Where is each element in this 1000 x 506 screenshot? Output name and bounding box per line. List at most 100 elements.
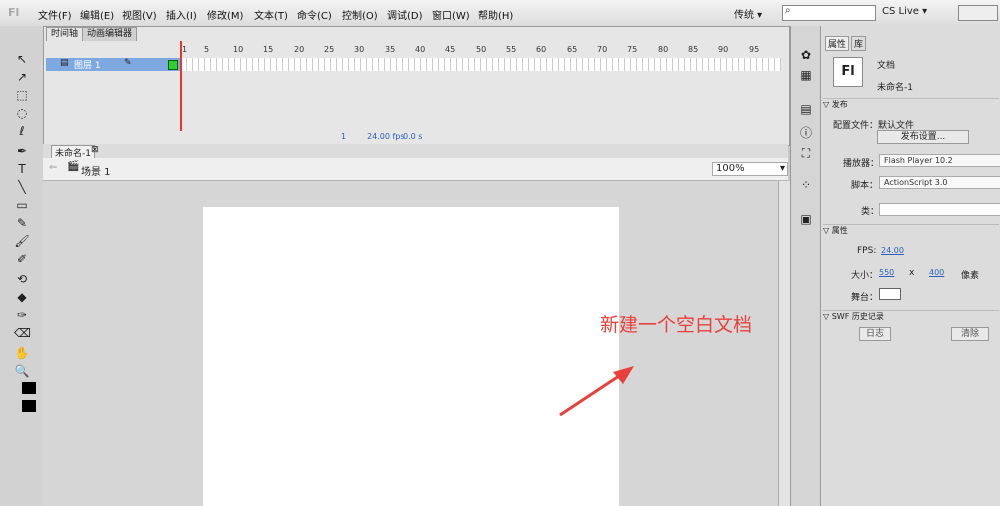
transform-panel-icon[interactable]: ⛶ (798, 146, 814, 162)
playhead[interactable] (180, 41, 182, 131)
scene-label[interactable]: 场景 1 (81, 163, 111, 178)
ruler-tick: 70 (597, 45, 608, 54)
subselection-tool-icon[interactable]: ↗ (14, 70, 30, 84)
brush-tool-icon[interactable]: 🖌 (14, 234, 30, 248)
clear-button[interactable]: 清除 (951, 327, 989, 341)
layer-row[interactable]: ▤ 图层 1 ✎ (46, 58, 181, 71)
layer-name: 图层 1 (74, 61, 101, 71)
annotation-text: 新建一个空白文档 (600, 314, 753, 336)
hand-tool-icon[interactable]: ✋ (14, 346, 30, 360)
publish-settings-button[interactable]: 发布设置... (877, 130, 969, 144)
menu-control[interactable]: 控制(O) (342, 7, 378, 22)
document-fl-icon: Fl (833, 57, 863, 87)
eraser-tool-icon[interactable]: ⌫ (14, 326, 31, 340)
section-publish[interactable]: ▽ 发布 (823, 98, 999, 111)
cs-live-button[interactable]: CS Live ▾ (882, 6, 927, 17)
close-icon[interactable]: ⊠ (91, 145, 99, 155)
ruler-tick: 80 (658, 45, 669, 54)
ruler-tick: 85 (688, 45, 699, 54)
section-swf-history[interactable]: ▽ SWF 历史记录 (823, 310, 999, 323)
ruler-tick: 1 (182, 45, 188, 54)
zoom-select[interactable]: 100% ▾ (712, 162, 788, 176)
swatches-panel-icon[interactable]: ▦ (798, 68, 814, 84)
fps-label: FPS: (857, 246, 877, 256)
ruler-tick: 55 (506, 45, 517, 54)
eyedropper-tool-icon[interactable]: ✑ (14, 308, 30, 322)
ruler-tick: 5 (204, 45, 210, 54)
fill-color-swatch[interactable] (22, 400, 36, 412)
pencil-icon: ✎ (124, 58, 132, 68)
script-label: 脚本： (851, 181, 879, 191)
menu-bar: Fl 文件(F) 编辑(E) 视图(V) 插入(I) 修改(M) 文本(T) 命… (0, 0, 1000, 27)
ruler-tick: 40 (415, 45, 426, 54)
tab-library[interactable]: 库 (851, 36, 867, 51)
menu-command[interactable]: 命令(C) (297, 7, 332, 22)
properties-panel: 属性 库 Fl 文档 未命名-1 ▽ 发布 配置文件：默认文件 发布设置... … (820, 26, 1000, 506)
scene-bar: ⇐ 🎬 场景 1 (43, 158, 788, 181)
width-value[interactable]: 550 (879, 268, 894, 277)
lasso-tool-icon[interactable]: ℓ (14, 124, 30, 138)
ruler-tick: 20 (294, 45, 305, 54)
align-panel-icon[interactable]: ▤ (798, 102, 814, 118)
pencil-tool-icon[interactable]: ✎ (14, 216, 30, 230)
motion-presets-panel-icon[interactable]: ▣ (798, 212, 814, 228)
bone-tool-icon[interactable]: ⟲ (14, 272, 30, 286)
menu-insert[interactable]: 插入(I) (166, 7, 197, 22)
paint-bucket-tool-icon[interactable]: ◆ (14, 290, 30, 304)
tab-timeline[interactable]: 时间轴 (46, 27, 84, 41)
workspace-switcher[interactable]: 传统 ▾ (734, 6, 762, 21)
stage-color-swatch[interactable] (879, 288, 901, 300)
menu-debug[interactable]: 调试(D) (387, 7, 423, 22)
player-select[interactable]: Flash Player 10.2 (879, 154, 1000, 167)
line-tool-icon[interactable]: ╲ (14, 180, 30, 194)
components-panel-icon[interactable]: ⁘ (798, 178, 814, 194)
pen-tool-icon[interactable]: ✒ (14, 144, 30, 158)
free-transform-tool-icon[interactable]: ⬚ (14, 88, 30, 102)
stage-label: 舞台： (851, 293, 879, 303)
ruler-tick: 25 (324, 45, 335, 54)
class-input[interactable] (879, 203, 1000, 216)
deco-tool-icon[interactable]: ✐ (14, 252, 30, 266)
menu-help[interactable]: 帮助(H) (478, 7, 513, 22)
menu-edit[interactable]: 编辑(E) (80, 7, 114, 22)
stage-canvas[interactable] (203, 207, 619, 506)
back-arrow-icon[interactable]: ⇐ (49, 162, 57, 173)
menu-text[interactable]: 文本(T) (254, 7, 288, 22)
scene-icon: 🎬 (67, 161, 80, 172)
frame-rate: 24.00 fps (367, 132, 405, 141)
ruler-tick: 30 (354, 45, 365, 54)
menu-file[interactable]: 文件(F) (38, 7, 72, 22)
timeline-panel: 时间轴 动画编辑器 1 5 10 15 20 25 30 35 40 45 50… (43, 26, 790, 146)
stroke-color-swatch[interactable] (22, 382, 36, 394)
ruler-tick: 50 (476, 45, 487, 54)
3d-rotation-tool-icon[interactable]: ◌ (14, 106, 30, 120)
menu-window[interactable]: 窗口(W) (432, 7, 470, 22)
ruler-tick: 60 (536, 45, 547, 54)
selection-tool-icon[interactable]: ↖ (14, 52, 30, 66)
menu-modify[interactable]: 修改(M) (207, 7, 243, 22)
text-tool-icon[interactable]: T (14, 162, 30, 176)
height-value[interactable]: 400 (929, 268, 944, 277)
annotation-arrow (559, 366, 634, 417)
zoom-value: 100% (716, 163, 745, 174)
log-button[interactable]: 日志 (859, 327, 891, 341)
document-tab-bar: 未命名-1 ⊠ (43, 144, 788, 160)
tab-properties[interactable]: 属性 (825, 36, 850, 51)
app-logo: Fl (8, 6, 20, 19)
info-panel-icon[interactable]: ⓘ (798, 124, 814, 140)
color-panel-icon[interactable]: ✿ (798, 48, 814, 64)
frame-grid[interactable] (181, 58, 781, 71)
tab-motion-editor[interactable]: 动画编辑器 (82, 27, 138, 41)
frame-ruler: 1 5 10 15 20 25 30 35 40 45 50 55 60 65 … (181, 43, 781, 57)
zoom-tool-icon[interactable]: 🔍 (14, 364, 30, 378)
section-properties[interactable]: ▽ 属性 (823, 224, 999, 237)
search-input[interactable]: ⌕ (782, 5, 876, 21)
fps-value[interactable]: 24.00 (881, 246, 904, 255)
layer-color-box[interactable] (168, 60, 178, 70)
rectangle-tool-icon[interactable]: ▭ (14, 198, 30, 212)
unit-label: 像素 (961, 271, 980, 281)
panel-icon-strip: ✿ ▦ ▤ ⓘ ⛶ ⁘ ▣ (790, 26, 821, 506)
script-select[interactable]: ActionScript 3.0 (879, 176, 1000, 189)
window-controls[interactable] (958, 5, 998, 21)
menu-view[interactable]: 视图(V) (122, 7, 157, 22)
